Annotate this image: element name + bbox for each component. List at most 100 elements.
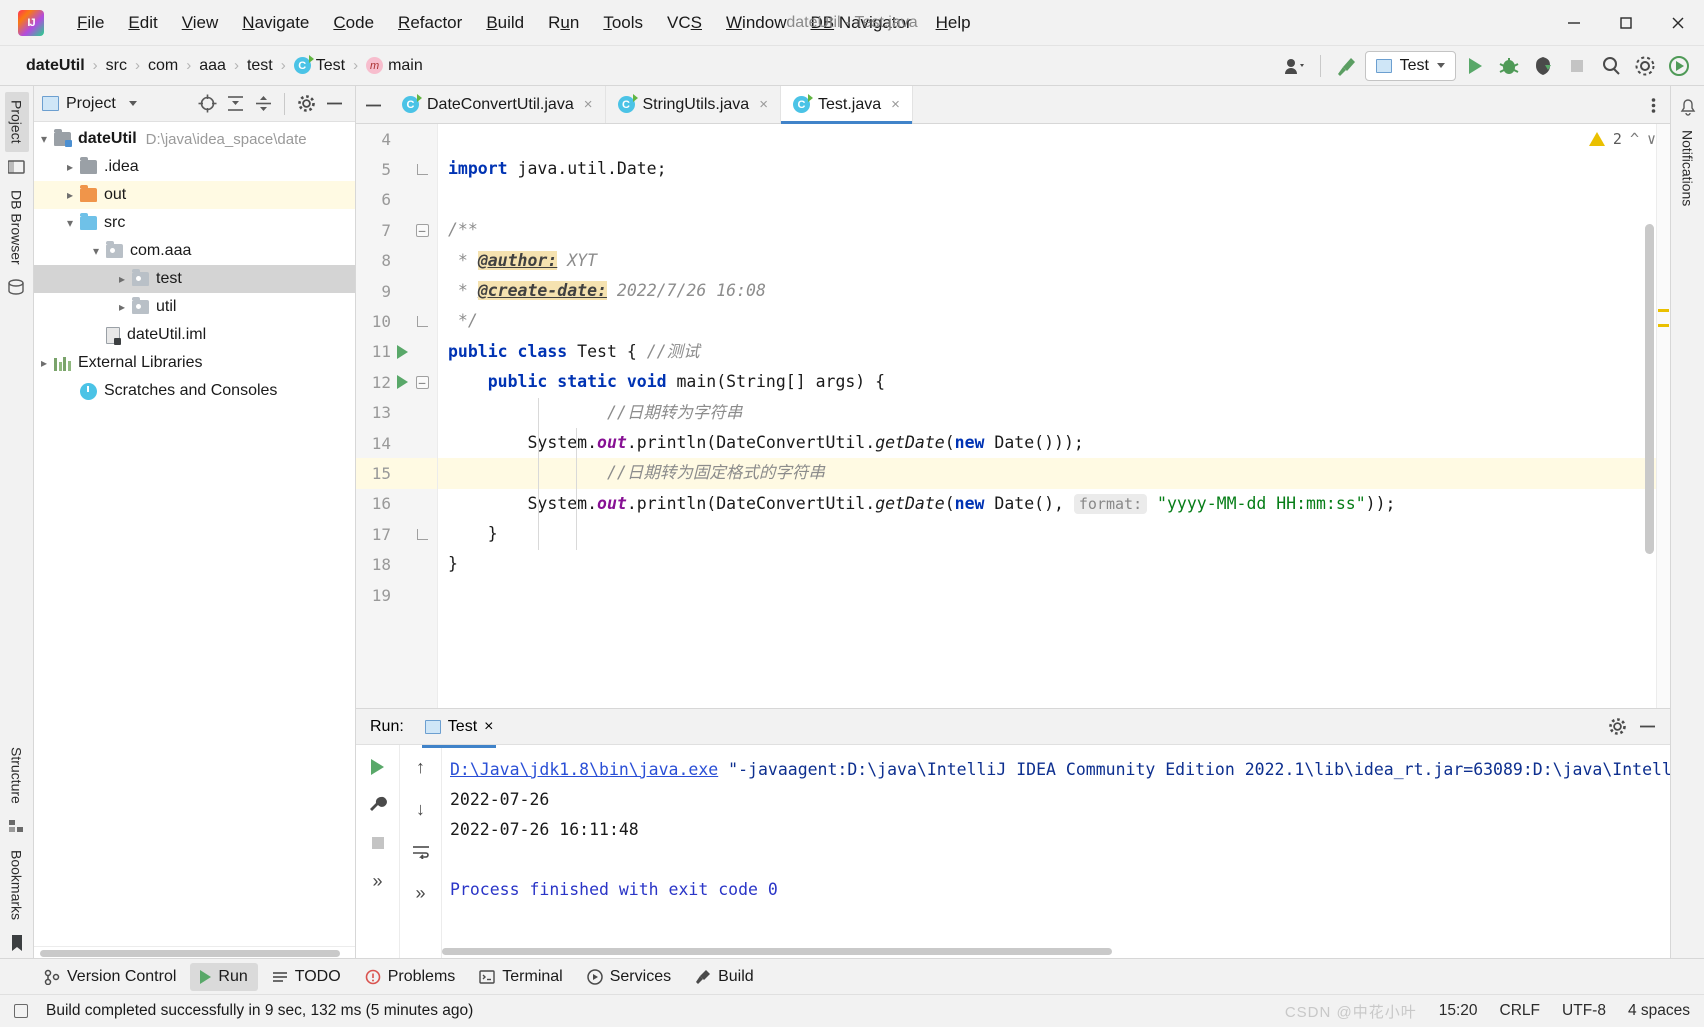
tool-tab-services[interactable]: Services bbox=[577, 963, 681, 991]
soft-wrap-button[interactable] bbox=[407, 837, 435, 865]
settings-gear-icon[interactable] bbox=[1630, 51, 1660, 81]
chevron-right-icon[interactable]: ▸ bbox=[60, 160, 80, 174]
collapse-all-icon[interactable] bbox=[250, 91, 276, 117]
tree-node-src[interactable]: ▾ src bbox=[34, 209, 355, 237]
close-icon[interactable]: × bbox=[584, 96, 593, 113]
status-encoding[interactable]: UTF-8 bbox=[1562, 1002, 1606, 1020]
menu-refactor[interactable]: Refactor bbox=[387, 9, 473, 37]
tree-node-util[interactable]: ▸ util bbox=[34, 293, 355, 321]
sidebar-item-structure[interactable]: Structure bbox=[5, 739, 29, 812]
search-everywhere-icon[interactable] bbox=[1596, 51, 1626, 81]
chevron-down-icon[interactable] bbox=[129, 101, 137, 106]
chevron-right-icon[interactable]: ▸ bbox=[112, 272, 132, 286]
menu-edit[interactable]: Edit bbox=[117, 9, 168, 37]
run-icon[interactable] bbox=[1460, 51, 1490, 81]
hide-panel-icon[interactable] bbox=[1634, 714, 1660, 740]
maximize-icon[interactable] bbox=[1600, 0, 1652, 46]
menu-tools[interactable]: Tools bbox=[592, 9, 654, 37]
console-link[interactable]: D:\Java\jdk1.8\bin\java.exe bbox=[450, 760, 718, 779]
menu-db-navigator[interactable]: DB Navigator bbox=[799, 9, 922, 37]
close-icon[interactable]: × bbox=[759, 96, 768, 113]
menu-build[interactable]: Build bbox=[475, 9, 535, 37]
chevron-down-icon[interactable]: ▾ bbox=[86, 244, 106, 258]
chevron-right-icon[interactable]: ▸ bbox=[34, 356, 54, 370]
menu-code[interactable]: Code bbox=[322, 9, 385, 37]
minimize-icon[interactable] bbox=[1548, 0, 1600, 46]
breadcrumb-item-com[interactable]: com bbox=[144, 55, 182, 77]
breadcrumb-item-project[interactable]: dateUtil bbox=[22, 55, 89, 77]
tool-tab-version-control[interactable]: Version Control bbox=[34, 963, 186, 991]
chevron-down-icon[interactable]: ∨ bbox=[1647, 130, 1656, 148]
editor-options-icon[interactable] bbox=[1636, 86, 1670, 124]
tab-dateconvertutil[interactable]: C DateConvertUtil.java × bbox=[390, 86, 606, 123]
status-message[interactable]: Build completed successfully in 9 sec, 1… bbox=[46, 1002, 473, 1020]
gear-icon[interactable] bbox=[1604, 714, 1630, 740]
status-indent[interactable]: 4 spaces bbox=[1628, 1002, 1690, 1020]
run-configuration-selector[interactable]: Test bbox=[1365, 51, 1456, 81]
tree-node-dateutil[interactable]: ▾ dateUtil D:\java\idea_space\date bbox=[34, 125, 355, 153]
tool-tab-terminal[interactable]: Terminal bbox=[469, 963, 572, 991]
user-avatar-icon[interactable] bbox=[1280, 51, 1310, 81]
chevron-right-icon[interactable]: ▸ bbox=[60, 188, 80, 202]
sidebar-item-project[interactable]: Project bbox=[5, 92, 29, 152]
run-method-gutter-icon[interactable] bbox=[391, 375, 413, 389]
editor-gutter[interactable]: 4 5 6 7– 8 9 10 11 12– 13 14 15 16 17 18… bbox=[356, 124, 438, 708]
expand-all-icon[interactable] bbox=[222, 91, 248, 117]
edit-configuration-button[interactable] bbox=[364, 791, 392, 819]
run-with-coverage-icon[interactable] bbox=[1528, 51, 1558, 81]
tool-tab-todo[interactable]: TODO bbox=[262, 963, 351, 991]
breadcrumb-item-method[interactable]: m main bbox=[362, 55, 427, 77]
rerun-button[interactable] bbox=[364, 753, 392, 781]
tree-node-external-libraries[interactable]: ▸ External Libraries bbox=[34, 349, 355, 377]
tool-tab-problems[interactable]: Problems bbox=[355, 963, 466, 991]
inspection-widget[interactable]: 2 ^ ∨ bbox=[1589, 130, 1656, 148]
menu-run[interactable]: Run bbox=[537, 9, 590, 37]
menu-file[interactable]: File bbox=[66, 9, 115, 37]
sidebar-item-notifications[interactable]: Notifications bbox=[1676, 122, 1700, 214]
fold-marker[interactable]: – bbox=[413, 224, 431, 237]
chevron-right-icon[interactable]: ▸ bbox=[112, 300, 132, 314]
run-dashboard-icon[interactable] bbox=[1664, 51, 1694, 81]
fold-marker[interactable] bbox=[413, 164, 431, 175]
more-button-2[interactable]: » bbox=[407, 879, 435, 907]
project-tree-horizontal-scrollbar[interactable] bbox=[34, 946, 355, 958]
menu-help[interactable]: Help bbox=[925, 9, 982, 37]
error-stripe[interactable] bbox=[1656, 124, 1670, 708]
tree-node-com-aaa[interactable]: ▾ com.aaa bbox=[34, 237, 355, 265]
menu-view[interactable]: View bbox=[171, 9, 230, 37]
close-icon[interactable]: × bbox=[484, 718, 493, 736]
close-icon[interactable] bbox=[1652, 0, 1704, 46]
scroll-from-source-icon[interactable] bbox=[194, 91, 220, 117]
tree-node-dateutil-iml[interactable]: dateUtil.iml bbox=[34, 321, 355, 349]
tree-node-out[interactable]: ▸ out bbox=[34, 181, 355, 209]
tree-node-scratches[interactable]: Scratches and Consoles bbox=[34, 377, 355, 405]
console-horizontal-scrollbar[interactable] bbox=[442, 946, 1670, 956]
tree-node-test[interactable]: ▸ test bbox=[34, 265, 355, 293]
run-tab-test[interactable]: Test × bbox=[416, 714, 503, 740]
more-button[interactable]: » bbox=[364, 867, 392, 895]
tool-tab-build[interactable]: Build bbox=[685, 963, 764, 991]
sidebar-item-bookmarks[interactable]: Bookmarks bbox=[5, 842, 29, 928]
close-icon[interactable]: × bbox=[891, 96, 900, 113]
console-output[interactable]: D:\Java\jdk1.8\bin\java.exe "-javaagent:… bbox=[442, 745, 1670, 958]
code-editor[interactable]: 4 5 6 7– 8 9 10 11 12– 13 14 15 16 17 18… bbox=[356, 124, 1670, 708]
notifications-bell-icon[interactable] bbox=[1679, 98, 1697, 116]
breadcrumb-item-test[interactable]: test bbox=[243, 55, 277, 77]
sidebar-item-db-browser[interactable]: DB Browser bbox=[5, 182, 29, 273]
chevron-up-icon[interactable]: ^ bbox=[1630, 130, 1639, 148]
gear-icon[interactable] bbox=[293, 91, 319, 117]
menu-window[interactable]: Window bbox=[715, 9, 797, 37]
stop-icon[interactable] bbox=[1562, 51, 1592, 81]
tool-tab-run[interactable]: Run bbox=[190, 963, 257, 991]
previous-occurrence-button[interactable]: ↑ bbox=[407, 753, 435, 781]
stop-button[interactable] bbox=[364, 829, 392, 857]
status-line-separator[interactable]: CRLF bbox=[1500, 1002, 1540, 1020]
tab-stringutils[interactable]: C StringUtils.java × bbox=[606, 86, 781, 123]
editor-vertical-scrollbar[interactable] bbox=[1645, 224, 1654, 554]
fold-marker[interactable] bbox=[413, 316, 431, 327]
breadcrumb-item-class[interactable]: C Test bbox=[290, 55, 349, 77]
tree-node-idea[interactable]: ▸ .idea bbox=[34, 153, 355, 181]
breadcrumb-item-aaa[interactable]: aaa bbox=[195, 55, 230, 77]
menu-vcs[interactable]: VCS bbox=[656, 9, 713, 37]
hide-panel-icon[interactable] bbox=[321, 91, 347, 117]
